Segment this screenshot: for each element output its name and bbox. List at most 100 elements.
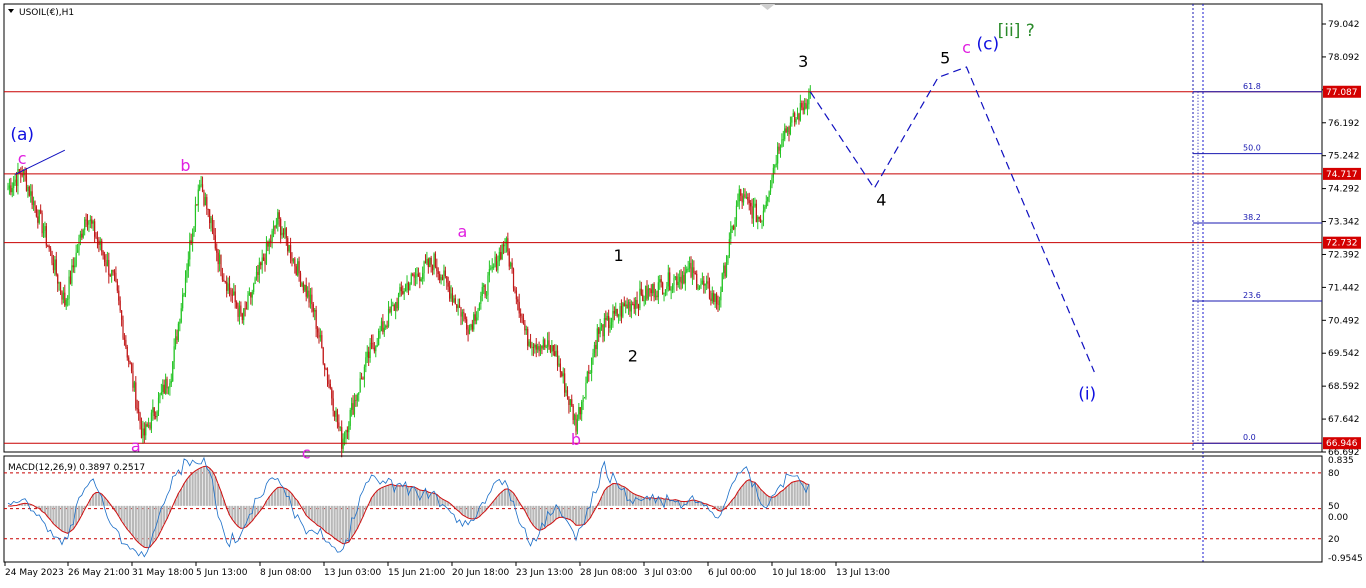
candle-body bbox=[798, 113, 800, 121]
candle-body bbox=[282, 232, 285, 235]
candle-body bbox=[366, 351, 368, 358]
candle-body bbox=[674, 276, 676, 278]
candle-body bbox=[578, 407, 580, 419]
candle-body bbox=[59, 282, 62, 292]
candle-body bbox=[805, 102, 807, 109]
candle-body bbox=[86, 220, 89, 225]
candle-body bbox=[160, 392, 162, 395]
candle-body bbox=[123, 337, 126, 340]
price-tick-label: 68.592 bbox=[1328, 382, 1360, 392]
level-price-label: 74.717 bbox=[1326, 170, 1358, 180]
candle-body bbox=[287, 238, 289, 252]
candle-body bbox=[206, 197, 208, 209]
candle-body bbox=[128, 357, 130, 362]
candle-body bbox=[378, 331, 380, 346]
candle-body bbox=[106, 259, 108, 267]
candle-body bbox=[47, 245, 49, 247]
candle-body bbox=[177, 323, 179, 340]
candle-body bbox=[396, 302, 398, 309]
candle-body bbox=[321, 335, 323, 348]
candle-body bbox=[138, 409, 140, 413]
candle-body bbox=[467, 329, 469, 334]
candle-body bbox=[660, 279, 662, 283]
wave-label: c bbox=[18, 149, 27, 168]
candle-body bbox=[119, 300, 121, 311]
candle-body bbox=[769, 185, 772, 192]
candle-body bbox=[67, 298, 69, 300]
candle-body bbox=[311, 294, 313, 305]
wave-label: (i) bbox=[1078, 385, 1096, 405]
candle-body bbox=[301, 282, 303, 287]
price-tick-label: 75.242 bbox=[1328, 152, 1360, 162]
time-tick-label: 31 May 18:00 bbox=[132, 568, 194, 578]
candle-body bbox=[308, 290, 310, 303]
candle-body bbox=[723, 265, 725, 274]
candle-body bbox=[292, 258, 295, 262]
candle-body bbox=[54, 259, 56, 271]
candle-body bbox=[686, 268, 688, 273]
candle-body bbox=[449, 286, 451, 299]
candle-body bbox=[481, 286, 483, 296]
candle-body bbox=[403, 291, 405, 294]
candle-body bbox=[623, 303, 625, 307]
candle-body bbox=[200, 184, 202, 186]
candle-body bbox=[504, 244, 506, 247]
candle-body bbox=[593, 344, 596, 353]
candle-body bbox=[474, 314, 476, 321]
price-panel-frame bbox=[3, 3, 1323, 453]
candle-body bbox=[708, 284, 711, 299]
candle-body bbox=[629, 302, 631, 312]
candle-body bbox=[667, 272, 669, 287]
candle-body bbox=[387, 308, 390, 327]
candle-body bbox=[450, 293, 452, 299]
candle-body bbox=[64, 292, 66, 306]
candle-body bbox=[632, 303, 634, 305]
candle-body bbox=[315, 309, 317, 329]
candle-body bbox=[260, 262, 262, 266]
candle-body bbox=[733, 226, 735, 230]
candle-body bbox=[400, 287, 402, 292]
candle-body bbox=[69, 276, 72, 284]
candle-body bbox=[397, 294, 400, 309]
candle-body bbox=[399, 287, 401, 295]
candle-body bbox=[226, 282, 228, 291]
candle-body bbox=[159, 394, 161, 398]
candle-body bbox=[706, 281, 708, 284]
price-tick-label: 76.192 bbox=[1328, 119, 1360, 129]
candle-body bbox=[466, 319, 468, 330]
time-tick-label: 10 Jul 18:00 bbox=[772, 568, 826, 578]
candle-body bbox=[50, 248, 52, 251]
candle-body bbox=[502, 244, 505, 247]
candle-body bbox=[508, 251, 510, 267]
candle-body bbox=[42, 230, 45, 234]
candle-body bbox=[339, 427, 341, 429]
candle-body bbox=[230, 289, 232, 295]
candle-body bbox=[488, 269, 490, 276]
candle-body bbox=[537, 346, 539, 350]
candle-body bbox=[147, 425, 150, 427]
candle-body bbox=[118, 290, 120, 301]
candle-body bbox=[622, 303, 624, 317]
candle-body bbox=[245, 308, 248, 310]
candle-body bbox=[762, 210, 765, 221]
candle-body bbox=[765, 201, 767, 207]
candle-body bbox=[443, 270, 445, 280]
candle-body bbox=[355, 400, 357, 402]
candle-body bbox=[196, 204, 198, 206]
candle-body bbox=[334, 410, 336, 417]
candle-body bbox=[243, 308, 245, 321]
candle-body bbox=[771, 177, 773, 186]
candle-body bbox=[216, 248, 218, 253]
chevron-down-icon[interactable] bbox=[8, 9, 14, 13]
candle-body bbox=[684, 272, 686, 284]
candle-body bbox=[84, 219, 86, 230]
time-tick-label: 3 Jul 03:00 bbox=[644, 568, 693, 578]
candle-body bbox=[180, 308, 182, 323]
time-tick-label: 26 May 21:00 bbox=[68, 568, 130, 578]
candle-body bbox=[529, 341, 532, 348]
candle-body bbox=[603, 318, 605, 337]
candle-body bbox=[25, 175, 28, 191]
candle-body bbox=[375, 346, 377, 352]
candle-body bbox=[238, 305, 241, 317]
candle-body bbox=[652, 283, 654, 294]
